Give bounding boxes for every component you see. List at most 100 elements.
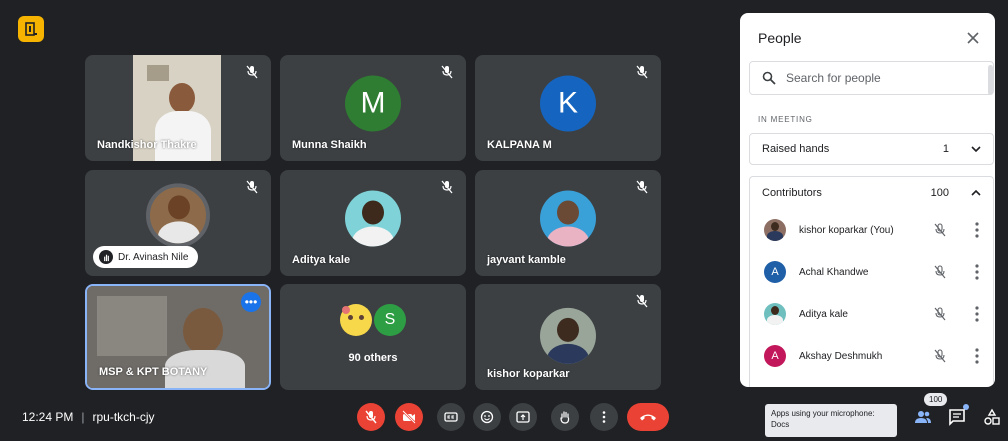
captions-button[interactable]: [437, 403, 465, 431]
participant-name: Dr. Avinash Nile: [118, 251, 189, 263]
search-icon: [762, 71, 776, 85]
more-vert-icon[interactable]: [975, 306, 979, 322]
avatar: K: [540, 75, 596, 132]
raised-hand-icon: [99, 250, 113, 264]
participant-name: Aditya kale: [292, 254, 351, 266]
participant-tile-others[interactable]: S 90 others: [280, 284, 466, 390]
more-vert-icon[interactable]: [975, 264, 979, 280]
contributors-count: 100: [930, 187, 949, 199]
participant-name: MSP & KPT BOTANY: [99, 366, 208, 378]
meeting-code: rpu-tkch-cjy: [92, 410, 155, 424]
participant-name: Munna Shaikh: [292, 139, 367, 151]
raise-hand-button[interactable]: [551, 403, 579, 431]
hang-up-icon: [640, 414, 656, 421]
camera-off-icon: [402, 410, 416, 424]
participant-tile-jayvant[interactable]: jayvant kamble: [475, 170, 661, 276]
contributors-header[interactable]: Contributors 100: [750, 177, 993, 209]
chevron-up-icon[interactable]: [971, 188, 981, 198]
participant-tile-aditya[interactable]: Aditya kale: [280, 170, 466, 276]
participant-name: KALPANA M: [487, 139, 552, 151]
avatar: S: [374, 304, 406, 336]
mic-off-icon: [246, 65, 258, 79]
participant-tile-kalpana[interactable]: K KALPANA M: [475, 55, 661, 161]
chat-icon[interactable]: [948, 408, 966, 426]
participant-tile-munna[interactable]: M Munna Shaikh: [280, 55, 466, 161]
participant-name: Nandkishor Thakre: [97, 139, 197, 151]
raised-hands-section[interactable]: Raised hands 1: [749, 133, 994, 165]
meeting-info-icon[interactable]: [18, 16, 44, 42]
mic-off-icon: [441, 180, 453, 194]
close-icon[interactable]: [965, 30, 981, 46]
meet-window: Nandkishor Thakre M Munna Shaikh K KALPA…: [0, 0, 1008, 441]
section-label: IN MEETING: [758, 115, 813, 124]
participant-tile-nandkishor[interactable]: Nandkishor Thakre: [85, 55, 271, 161]
separator: |: [81, 410, 85, 424]
present-icon: [516, 411, 530, 423]
captions-icon: [444, 412, 458, 422]
participant-tile-msp-botany[interactable]: ••• MSP & KPT BOTANY: [85, 284, 271, 390]
person-name: kishor koparkar (You): [799, 224, 894, 236]
microphone-apps-tooltip: Apps using your microphone: Docs: [765, 404, 897, 437]
panel-title: People: [758, 30, 802, 46]
list-item[interactable]: Aditya kale: [750, 293, 993, 335]
mic-off-icon: [636, 294, 648, 308]
others-count: 90 others: [348, 352, 398, 364]
mic-off-icon: [636, 65, 648, 79]
avatar: [764, 219, 786, 241]
raised-hands-count: 1: [942, 143, 949, 155]
mic-off-icon: [636, 180, 648, 194]
mic-off-icon: [246, 180, 258, 194]
avatar: [540, 307, 596, 364]
mic-toggle-button[interactable]: [357, 403, 385, 431]
search-input[interactable]: [786, 71, 956, 85]
meeting-details: 12:24 PM | rpu-tkch-cjy: [22, 410, 155, 424]
person-name: Akshay Deshmukh: [799, 350, 883, 362]
avatar: [540, 190, 596, 247]
more-options-button[interactable]: [590, 403, 618, 431]
avatar: [146, 183, 210, 248]
more-vert-icon[interactable]: [975, 348, 979, 364]
current-time: 12:24 PM: [22, 410, 74, 424]
list-item[interactable]: A Akshay Deshmukh: [750, 335, 993, 377]
avatar: A: [764, 261, 786, 283]
participant-tile-avinash[interactable]: Dr. Avinash Nile: [85, 170, 271, 276]
person-name: Aditya kale: [799, 308, 848, 320]
mic-off-icon[interactable]: [933, 223, 947, 237]
avatar: M: [345, 75, 401, 132]
contributors-section: Contributors 100 kishor koparkar (You) A…: [749, 176, 994, 387]
search-box[interactable]: [749, 61, 994, 95]
more-vert-icon[interactable]: [975, 222, 979, 238]
avatar: A: [764, 345, 786, 367]
camera-toggle-button[interactable]: [395, 403, 423, 431]
avatar: [764, 303, 786, 325]
person-name: Achal Khandwe: [799, 266, 869, 278]
mic-off-icon[interactable]: [933, 349, 947, 363]
avatar: [340, 304, 372, 336]
mic-off-icon: [441, 65, 453, 79]
list-item[interactable]: A Achal Khandwe: [750, 251, 993, 293]
people-count-badge: 100: [924, 393, 948, 406]
reactions-button[interactable]: [473, 403, 501, 431]
more-vert-icon: [602, 411, 606, 423]
leave-call-button[interactable]: [627, 403, 669, 431]
scrollbar[interactable]: [988, 65, 993, 95]
present-button[interactable]: [509, 403, 537, 431]
mic-off-icon[interactable]: [933, 307, 947, 321]
list-item[interactable]: kishor koparkar (You): [750, 209, 993, 251]
raised-hands-label: Raised hands: [762, 143, 830, 155]
chevron-down-icon[interactable]: [971, 144, 981, 154]
mic-off-icon[interactable]: [933, 265, 947, 279]
participant-tile-kishor[interactable]: kishor koparkar: [475, 284, 661, 390]
participant-name: kishor koparkar: [487, 368, 570, 380]
raised-hand-badge: Dr. Avinash Nile: [93, 246, 199, 268]
hand-icon: [560, 411, 570, 424]
people-panel: People IN MEETING Raised hands 1 Contrib…: [740, 13, 995, 387]
emoji-icon: [480, 410, 494, 424]
avatar: [345, 190, 401, 247]
more-options-button[interactable]: •••: [241, 292, 261, 312]
participant-name: jayvant kamble: [487, 254, 566, 266]
activities-icon[interactable]: [983, 408, 1001, 426]
mic-off-icon: [365, 410, 377, 424]
contributors-label: Contributors: [762, 187, 822, 199]
people-icon[interactable]: [914, 408, 932, 426]
